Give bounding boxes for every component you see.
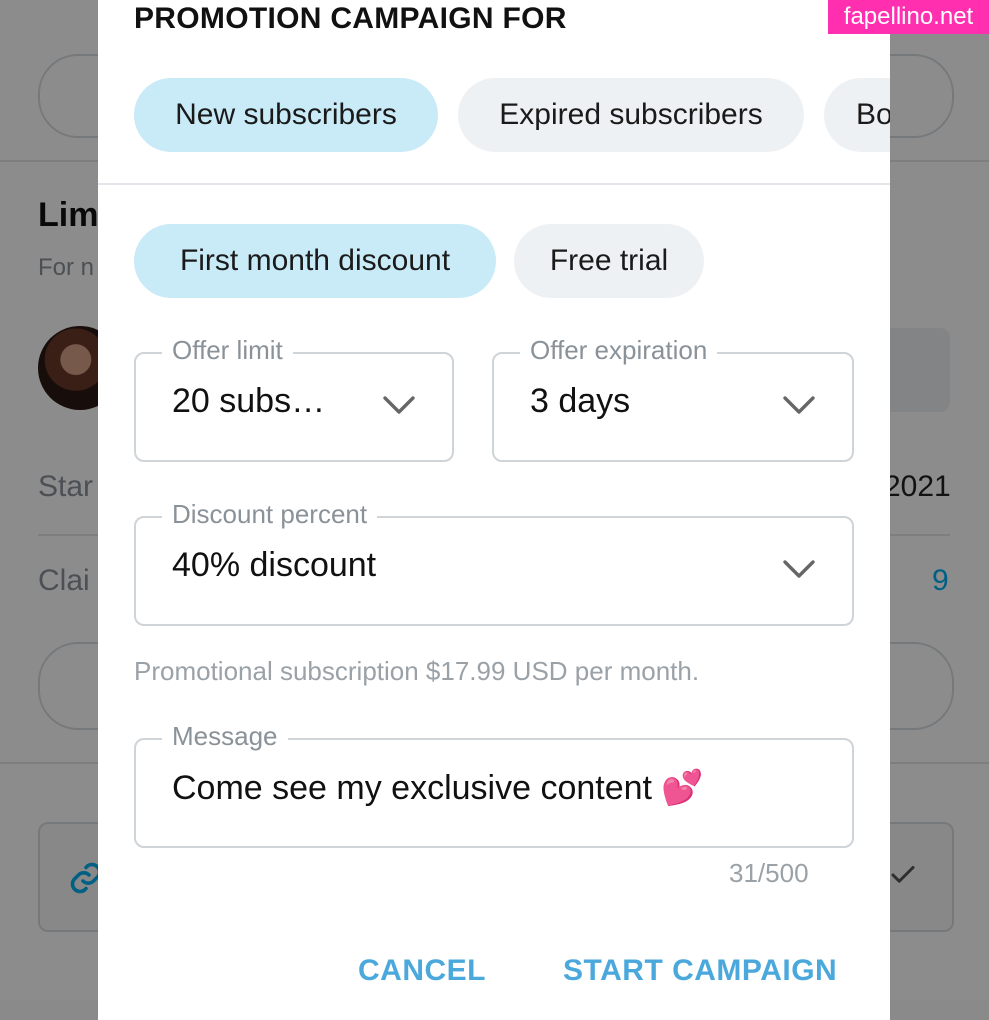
offer-limit-label: Offer limit [162,335,293,366]
promotion-campaign-dialog: PROMOTION CAMPAIGN FOR New subscribers E… [98,0,890,1020]
background-subtitle: For n [38,254,95,281]
background-start-value: 2021 [884,470,951,503]
check-icon [888,860,918,895]
message-character-counter: 31/500 [729,858,809,888]
audience-chip-row: New subscribers Expired subscribers Bo [134,78,890,152]
watermark: fapellino.net [828,0,989,34]
chip-bo[interactable]: Bo [824,78,890,152]
start-campaign-button[interactable]: START CAMPAIGN [563,954,837,988]
offer-type-chip-row: First month discount Free trial [134,224,890,298]
background-placeholder [880,328,950,412]
discount-percent-value: 40% discount [172,546,377,584]
message-field[interactable]: Message Come see my exclusive content 💕 [134,721,854,848]
cancel-button[interactable]: CANCEL [358,954,486,988]
offer-expiration-value: 3 days [530,382,631,420]
promotional-price-hint: Promotional subscription $17.99 USD per … [134,656,700,686]
chip-first-month-discount[interactable]: First month discount [134,224,496,298]
offer-limit-select[interactable]: Offer limit 20 subs… [134,335,454,462]
message-value: Come see my exclusive content 💕 [172,769,704,807]
chevron-down-icon [782,558,816,585]
background-claimed-value: 9 [932,564,949,597]
discount-percent-select[interactable]: Discount percent 40% discount [134,499,854,626]
offer-expiration-select[interactable]: Offer expiration 3 days [492,335,854,462]
discount-percent-label: Discount percent [162,499,378,530]
chevron-down-icon [782,394,816,421]
offer-expiration-label: Offer expiration [520,335,718,366]
background-title: Lim [38,196,99,234]
chip-expired-subscribers[interactable]: Expired subscribers [458,78,804,152]
chip-free-trial[interactable]: Free trial [514,224,704,298]
background-claimed-label: Clai [38,564,90,597]
chip-new-subscribers[interactable]: New subscribers [134,78,438,152]
chevron-down-icon [382,394,416,421]
offer-limit-value: 20 subs… [172,382,326,420]
dialog-title: PROMOTION CAMPAIGN FOR [134,2,567,35]
message-label: Message [162,721,288,752]
dialog-divider [98,183,890,185]
background-start-label: Star [38,470,94,503]
